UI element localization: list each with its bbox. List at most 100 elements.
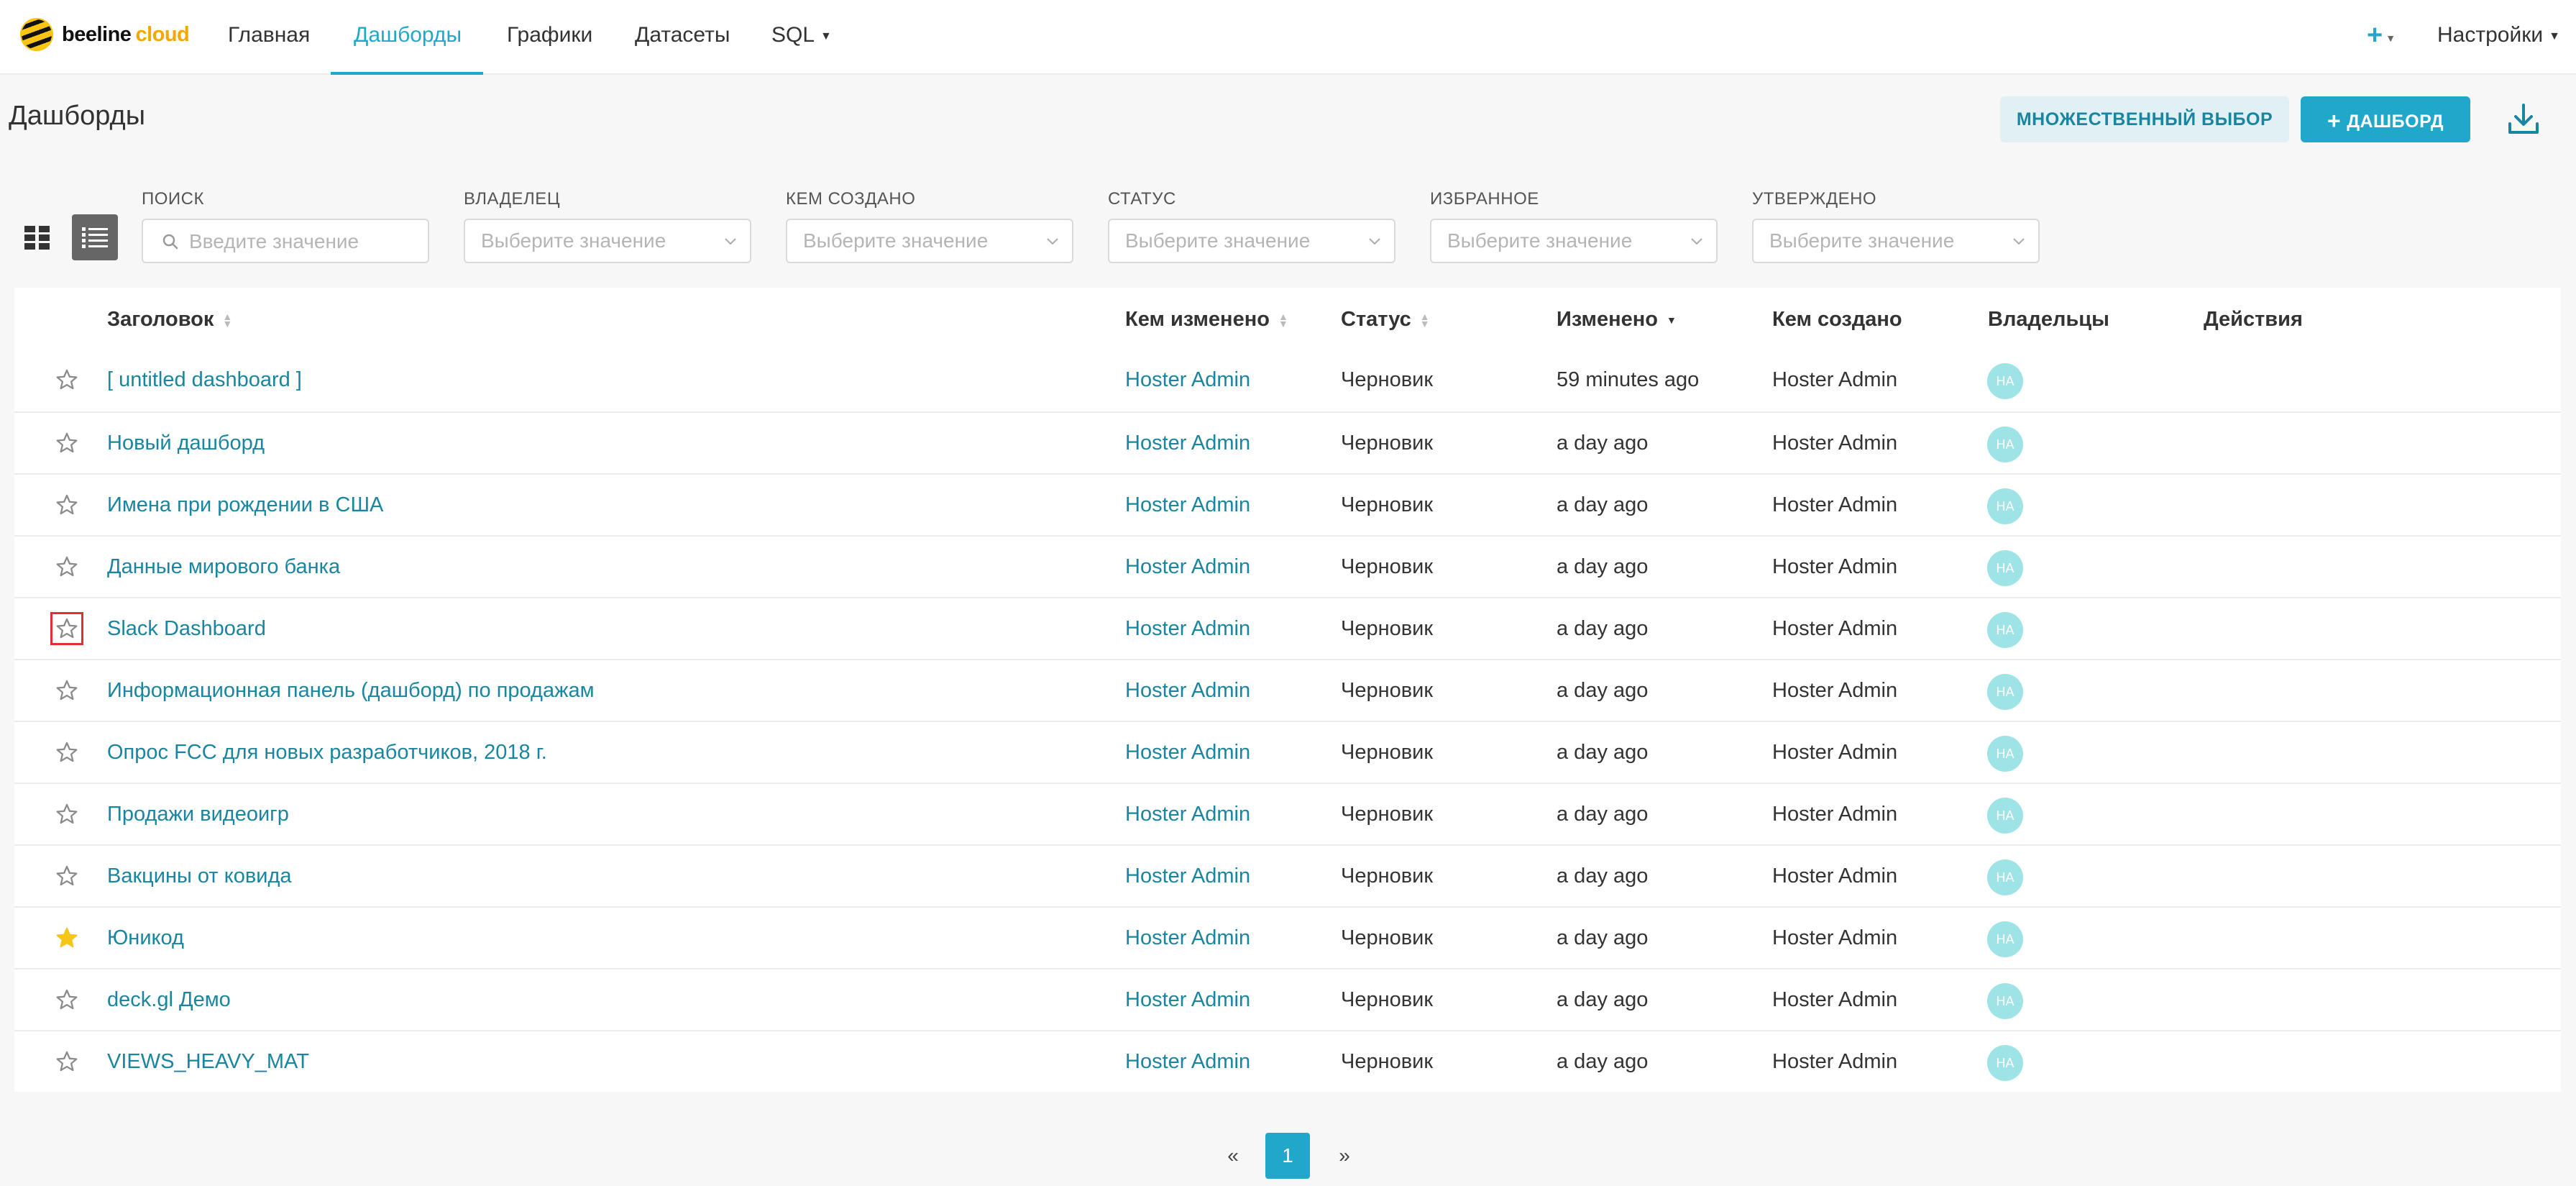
download-icon[interactable] bbox=[2503, 99, 2544, 140]
dashboard-title-link[interactable]: Юникод bbox=[107, 908, 184, 968]
dashboard-title-link[interactable]: Опрос FCC для новых разработчиков, 2018 … bbox=[107, 722, 547, 783]
favorite-star-icon[interactable] bbox=[50, 983, 83, 1016]
nav-item-sql[interactable]: SQL ▼ bbox=[771, 0, 832, 73]
plus-icon: + bbox=[2327, 107, 2342, 134]
table-row: Информационная панель (дашборд) по прода… bbox=[14, 659, 2561, 721]
favorite-star-icon[interactable] bbox=[50, 363, 83, 396]
owner-avatar[interactable]: HA bbox=[1987, 983, 2023, 1019]
owner-select[interactable]: Выберите значение bbox=[464, 219, 751, 263]
dashboard-title-link[interactable]: Продажи видеоигр bbox=[107, 784, 289, 844]
status-select-placeholder: Выберите значение bbox=[1125, 229, 1311, 252]
owner-avatar[interactable]: HA bbox=[1987, 798, 2023, 834]
favorite-select[interactable]: Выберите значение bbox=[1430, 219, 1718, 263]
search-filter-label: ПОИСК bbox=[142, 189, 204, 209]
certified-select-placeholder: Выберите значение bbox=[1769, 229, 1955, 252]
column-header-modified[interactable]: Изменено ▼ bbox=[1557, 288, 1677, 350]
pagination-next[interactable]: » bbox=[1334, 1133, 1355, 1179]
dashboard-title-link[interactable]: deck.gl Демо bbox=[107, 970, 231, 1030]
modified-by-link[interactable]: Hoster Admin bbox=[1125, 413, 1250, 473]
favorite-star-icon[interactable] bbox=[50, 859, 83, 893]
owner-avatar[interactable]: HA bbox=[1987, 736, 2023, 772]
modified-by-link[interactable]: Hoster Admin bbox=[1125, 537, 1250, 597]
favorite-star-icon[interactable] bbox=[50, 488, 83, 521]
favorite-star-icon[interactable] bbox=[50, 612, 83, 645]
dashboard-title-link[interactable]: Имена при рождении в США bbox=[107, 475, 383, 535]
favorite-star-icon[interactable] bbox=[50, 550, 83, 583]
column-header-modified-by[interactable]: Кем изменено ▲ ▼ bbox=[1125, 288, 1288, 350]
owner-avatar[interactable]: HA bbox=[1987, 488, 2023, 524]
column-header-status[interactable]: Статус ▲ ▼ bbox=[1341, 288, 1430, 350]
nav-item-home[interactable]: Главная bbox=[228, 0, 310, 73]
add-new-menu-button[interactable]: + ▼ bbox=[2367, 0, 2396, 76]
search-filter bbox=[142, 219, 429, 263]
favorite-star-icon[interactable] bbox=[50, 1045, 83, 1078]
modified-cell: a day ago bbox=[1557, 865, 1649, 888]
chevron-down-icon: ▼ bbox=[2385, 32, 2396, 44]
owner-avatar[interactable]: HA bbox=[1987, 426, 2023, 462]
dashboard-title-link[interactable]: VIEWS_HEAVY_MAT bbox=[107, 1031, 309, 1092]
column-header-actions: Действия bbox=[2204, 308, 2303, 331]
column-header-owners: Владельцы bbox=[1988, 308, 2109, 331]
modified-by-link[interactable]: Hoster Admin bbox=[1125, 908, 1250, 968]
modified-by-link[interactable]: Hoster Admin bbox=[1125, 1031, 1250, 1092]
list-view-toggle[interactable] bbox=[72, 214, 118, 260]
search-input[interactable] bbox=[188, 224, 421, 259]
status-cell: Черновик bbox=[1341, 865, 1434, 888]
status-filter-label: СТАТУС bbox=[1108, 189, 1176, 209]
favorite-star-icon[interactable] bbox=[50, 736, 83, 769]
owner-avatar[interactable]: HA bbox=[1987, 612, 2023, 648]
favorite-star-icon[interactable] bbox=[50, 674, 83, 707]
owner-avatar[interactable]: HA bbox=[1987, 1045, 2023, 1081]
status-cell: Черновик bbox=[1341, 803, 1434, 826]
table-row: Slack Dashboard Hoster Admin Черновик a day… bbox=[14, 597, 2561, 659]
status-select[interactable]: Выберите значение bbox=[1108, 219, 1395, 263]
modified-by-link[interactable]: Hoster Admin bbox=[1125, 784, 1250, 844]
status-cell: Черновик bbox=[1341, 926, 1434, 949]
modified-by-link[interactable]: Hoster Admin bbox=[1125, 660, 1250, 721]
dashboard-title-link[interactable]: Данные мирового банка bbox=[107, 537, 340, 597]
modified-by-link[interactable]: Hoster Admin bbox=[1125, 846, 1250, 906]
column-header-title[interactable]: Заголовок ▲ ▼ bbox=[107, 288, 232, 350]
chevron-down-icon bbox=[1369, 238, 1380, 245]
favorite-star-icon[interactable] bbox=[50, 798, 83, 831]
modified-cell: 59 minutes ago bbox=[1557, 368, 1700, 391]
column-header-created-by: Кем создано bbox=[1772, 308, 1902, 331]
created-by-select[interactable]: Выберите значение bbox=[786, 219, 1073, 263]
status-cell: Черновик bbox=[1341, 555, 1434, 578]
modified-by-link[interactable]: Hoster Admin bbox=[1125, 475, 1250, 535]
bulk-select-button[interactable]: МНОЖЕСТВЕННЫЙ ВЫБОР bbox=[2000, 96, 2289, 142]
pagination-prev[interactable]: « bbox=[1222, 1133, 1244, 1179]
certified-select[interactable]: Выберите значение bbox=[1752, 219, 2040, 263]
modified-by-link[interactable]: Hoster Admin bbox=[1125, 598, 1250, 659]
modified-by-link[interactable]: Hoster Admin bbox=[1125, 350, 1250, 410]
dashboard-title-link[interactable]: Новый дашборд bbox=[107, 413, 265, 473]
favorite-select-placeholder: Выберите значение bbox=[1447, 229, 1633, 252]
owner-avatar[interactable]: HA bbox=[1987, 674, 2023, 710]
modified-by-link[interactable]: Hoster Admin bbox=[1125, 970, 1250, 1030]
certified-filter-label: УТВЕРЖДЕНО bbox=[1752, 189, 1877, 209]
owner-avatar[interactable]: HA bbox=[1987, 363, 2023, 399]
nav-item-sql-label: SQL bbox=[771, 23, 815, 47]
owner-avatar[interactable]: HA bbox=[1987, 921, 2023, 957]
nav-item-dashboards[interactable]: Дашборды bbox=[354, 0, 462, 73]
created-by-cell: Hoster Admin bbox=[1772, 368, 1898, 391]
favorite-star-icon[interactable] bbox=[50, 921, 83, 954]
settings-menu[interactable]: Настройки ▼ bbox=[2437, 0, 2560, 73]
owner-avatar[interactable]: HA bbox=[1987, 859, 2023, 895]
dashboard-title-link[interactable]: [ untitled dashboard ] bbox=[107, 350, 302, 410]
dashboard-title-link[interactable]: Информационная панель (дашборд) по прода… bbox=[107, 660, 595, 721]
dashboard-title-link[interactable]: Вакцины от ковида bbox=[107, 846, 292, 906]
dashboard-title-link[interactable]: Slack Dashboard bbox=[107, 598, 266, 659]
nav-item-datasets[interactable]: Датасеты bbox=[635, 0, 730, 73]
grid-view-toggle[interactable] bbox=[14, 214, 60, 260]
favorite-star-icon[interactable] bbox=[50, 426, 83, 460]
owner-avatar[interactable]: HA bbox=[1987, 550, 2023, 586]
nav-item-charts[interactable]: Графики bbox=[507, 0, 592, 73]
created-by-cell: Hoster Admin bbox=[1772, 865, 1898, 888]
brand-logo[interactable]: beeline cloud bbox=[20, 16, 190, 53]
status-cell: Черновик bbox=[1341, 1050, 1434, 1073]
modified-by-link[interactable]: Hoster Admin bbox=[1125, 722, 1250, 783]
pagination-page-current[interactable]: 1 bbox=[1265, 1133, 1310, 1179]
modified-cell: a day ago bbox=[1557, 555, 1649, 578]
add-dashboard-button[interactable]: + ДАШБОРД bbox=[2301, 96, 2470, 142]
